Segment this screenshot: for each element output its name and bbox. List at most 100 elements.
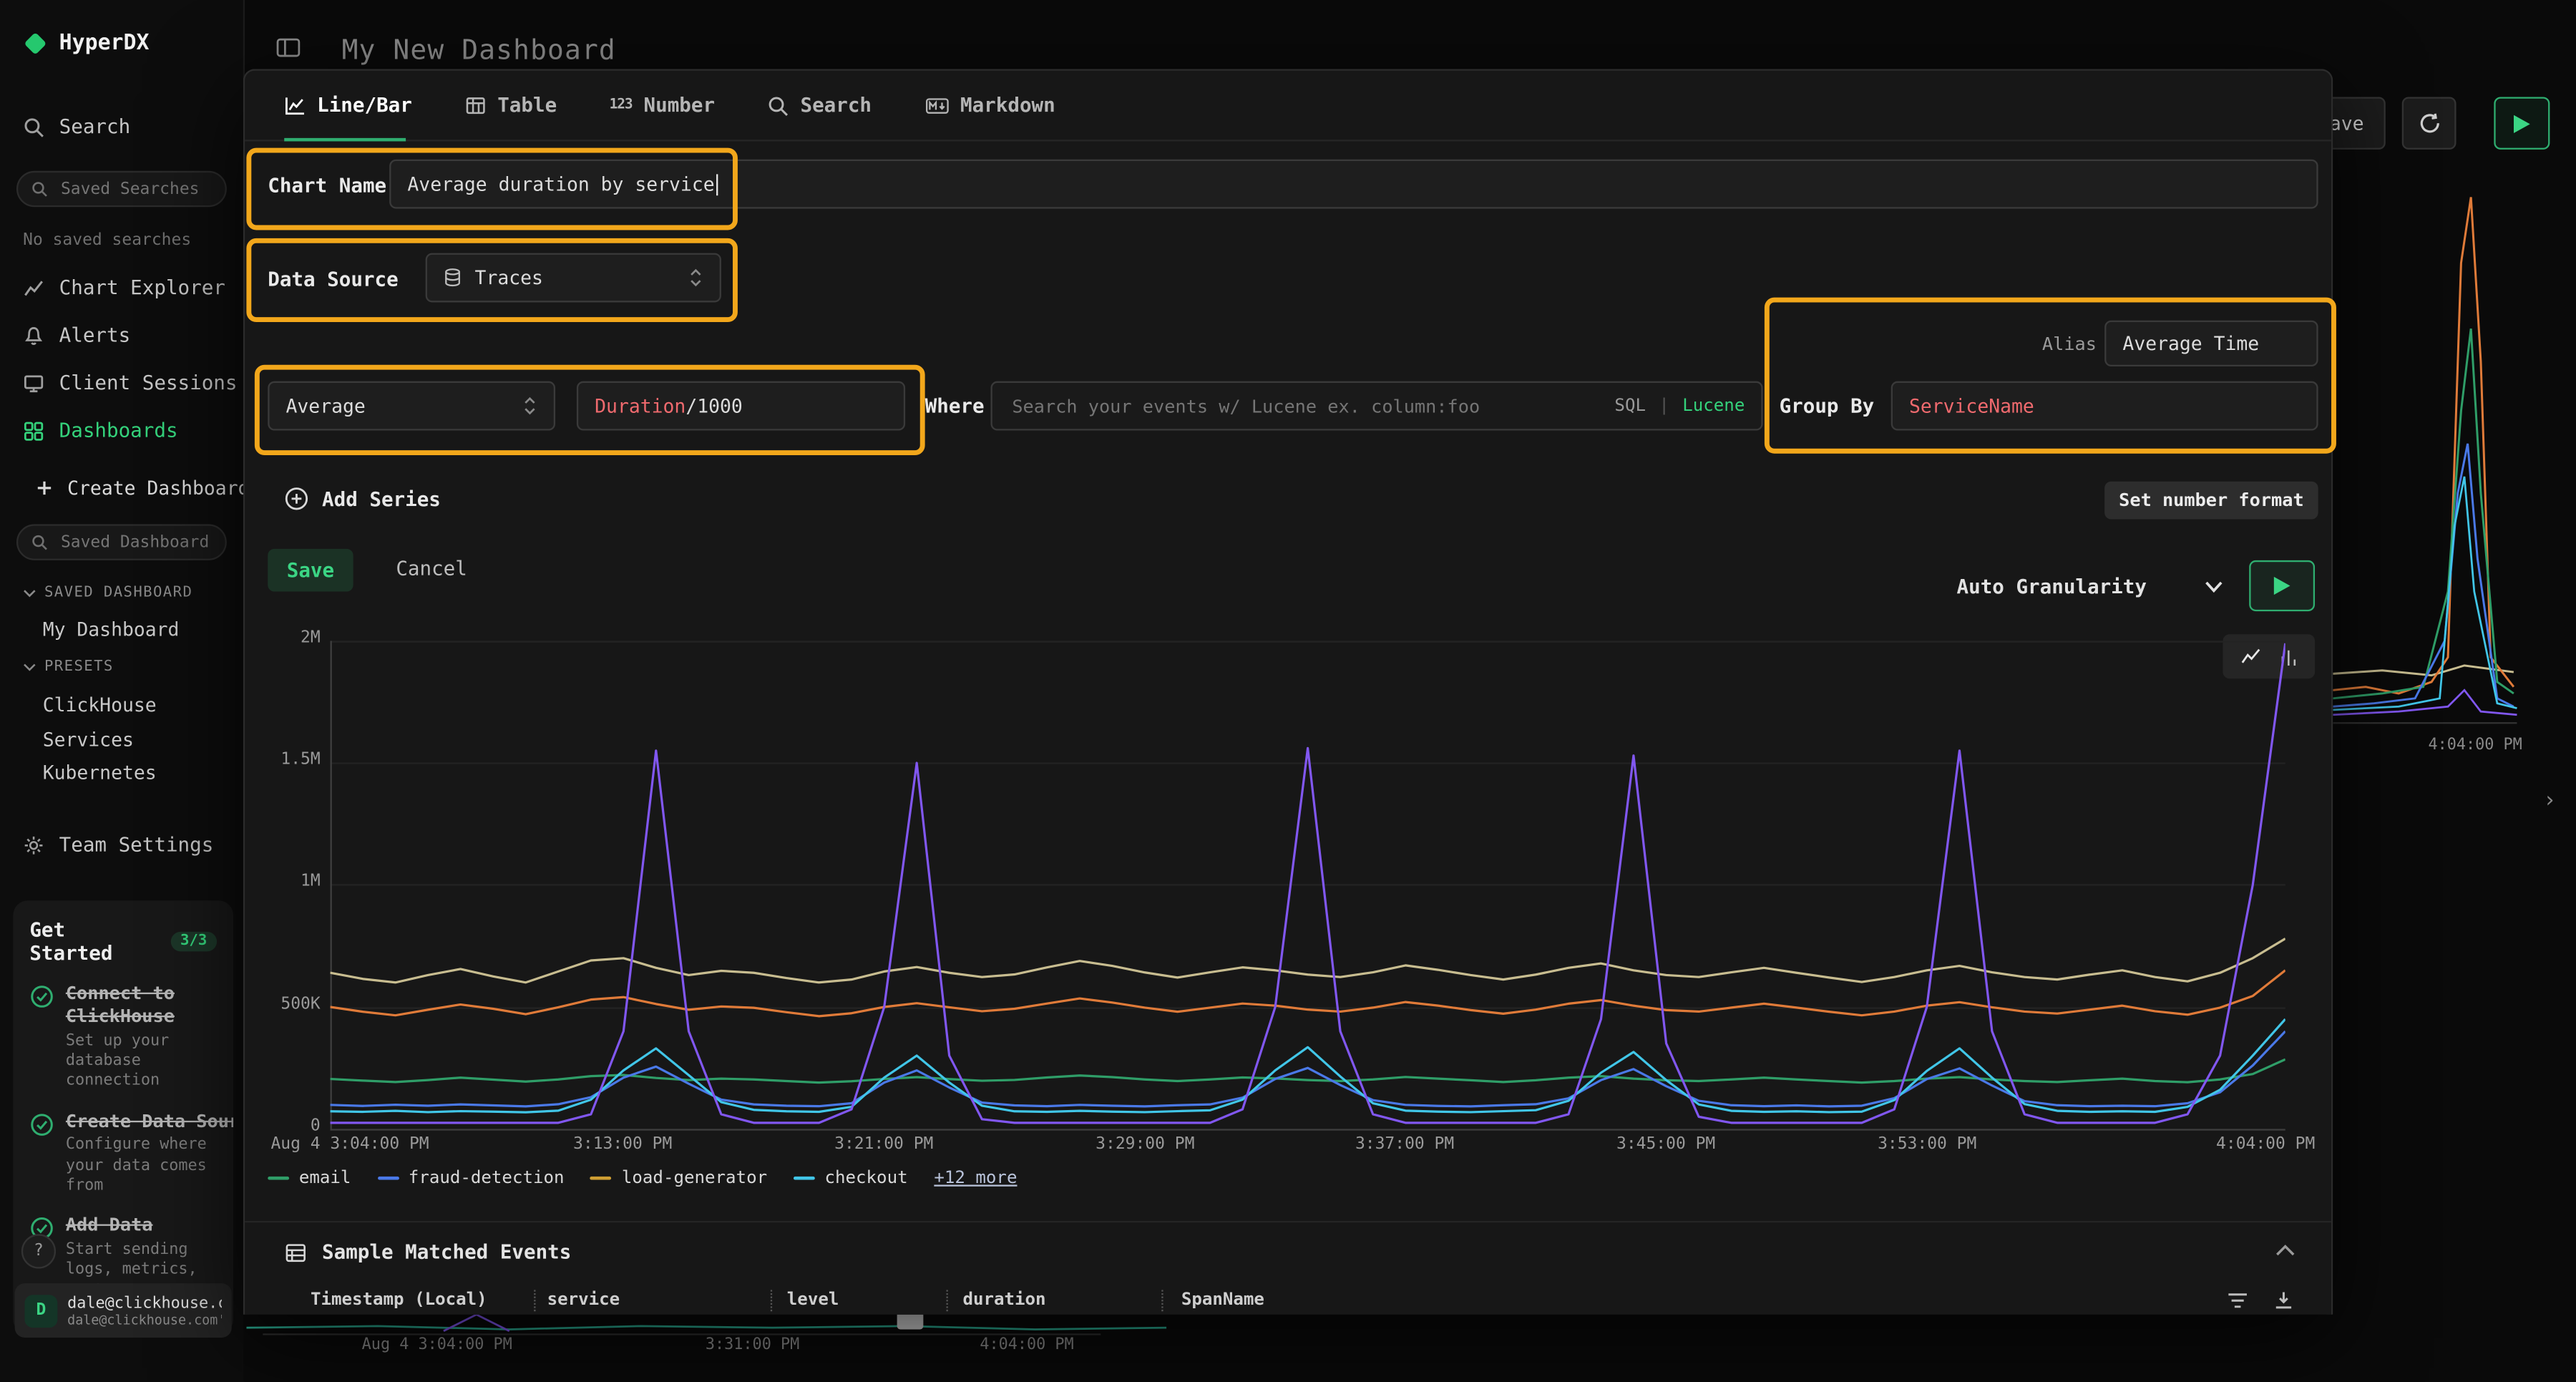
tab-table[interactable]: Table — [464, 94, 557, 117]
sidebar-item-client-sessions[interactable]: Client Sessions — [23, 371, 237, 394]
sidebar-item-alerts[interactable]: Alerts — [23, 323, 130, 346]
legend-item[interactable]: email — [268, 1168, 351, 1188]
column-header-level[interactable]: level — [787, 1290, 839, 1310]
background-x-tick: Aug 4 3:04:00 PM — [362, 1336, 512, 1354]
legend-item[interactable]: load-generator — [590, 1168, 767, 1188]
number-123-icon: 123 — [610, 97, 633, 113]
sidebar-item-chart-explorer[interactable]: Chart Explorer — [23, 276, 225, 299]
legend-item[interactable]: fraud-detection — [377, 1168, 564, 1188]
column-separator[interactable] — [534, 1290, 535, 1311]
get-started-item[interactable]: Create Data Sour Configure where your da… — [29, 1110, 217, 1197]
add-series-button[interactable]: Add Series — [284, 487, 441, 511]
where-search-input[interactable] — [1009, 394, 1601, 418]
data-source-select[interactable]: Traces — [426, 253, 721, 303]
aggregation-value: Average — [286, 394, 366, 417]
sample-events-header[interactable]: Sample Matched Events — [284, 1240, 571, 1263]
divider — [245, 1221, 2331, 1222]
sidebar-item-dashboards[interactable]: Dashboards — [23, 419, 177, 442]
set-number-format-button[interactable]: Set number format — [2104, 482, 2318, 520]
sidebar-item-clickhouse[interactable]: ClickHouse — [43, 694, 157, 716]
get-started-title: Get Started — [29, 918, 159, 964]
sidebar-item-search[interactable]: Search — [23, 115, 130, 138]
sidebar-item-kubernetes[interactable]: Kubernetes — [43, 761, 157, 784]
field-expression-suffix: /1000 — [686, 394, 742, 417]
search-icon — [768, 94, 789, 116]
user-menu[interactable]: D dale@clickhouse.c dale@clickhouse.com'… — [15, 1283, 232, 1338]
line-chart-icon — [284, 94, 306, 116]
tab-line-bar[interactable]: Line/Bar — [284, 94, 412, 117]
search-icon — [31, 534, 48, 550]
background-x-tick: 4:04:00 PM — [2428, 736, 2522, 754]
column-header-duration[interactable]: duration — [962, 1290, 1045, 1310]
sidebar-item-label: Dashboards — [59, 419, 178, 442]
play-icon — [2514, 115, 2530, 132]
get-started-item[interactable]: Connect to ClickHouse Set up your databa… — [29, 983, 217, 1092]
chart-name-input[interactable]: Average duration by service — [389, 160, 2318, 209]
saved-dashboards-search[interactable] — [16, 524, 227, 560]
chart-name-label: Chart Name — [268, 174, 386, 197]
saved-searches-search[interactable] — [16, 171, 227, 208]
x-tick-label: 3:45:00 PM — [1616, 1136, 1715, 1154]
language-lucene-toggle[interactable]: Lucene — [1682, 396, 1745, 416]
column-separator[interactable] — [771, 1290, 772, 1311]
legend-item[interactable]: checkout — [794, 1168, 908, 1188]
aggregation-select[interactable]: Average — [268, 381, 555, 431]
tab-search[interactable]: Search — [768, 94, 872, 117]
granularity-select[interactable]: Auto Granularity — [1957, 564, 2223, 610]
save-button[interactable]: Save — [268, 549, 353, 592]
column-header-service[interactable]: service — [547, 1290, 620, 1310]
sidebar-collapse-button[interactable] — [276, 37, 301, 59]
download-icon[interactable] — [2272, 1290, 2295, 1311]
legend-more-link[interactable]: +12 more — [934, 1168, 1017, 1188]
check-circle-icon — [29, 1111, 54, 1136]
chart-plot[interactable] — [330, 641, 2285, 1129]
sidebar-item-services[interactable]: Services — [43, 728, 134, 751]
cancel-button[interactable]: Cancel — [396, 557, 467, 580]
column-separator[interactable] — [946, 1290, 947, 1311]
run-query-button[interactable] — [2249, 560, 2315, 611]
alias-input[interactable]: Average Time — [2104, 321, 2318, 366]
tab-markdown[interactable]: Markdown — [924, 94, 1055, 117]
grid-icon — [23, 420, 44, 442]
tab-number[interactable]: 123 Number — [610, 94, 715, 117]
chevrons-up-down-icon — [522, 396, 537, 416]
column-header-timestamp[interactable]: Timestamp (Local) — [311, 1290, 487, 1310]
page-title: My New Dashboard — [342, 34, 616, 66]
saved-searches-input[interactable] — [57, 178, 212, 200]
column-separator[interactable] — [1161, 1290, 1163, 1311]
field-expression-input[interactable]: Duration/1000 — [577, 381, 905, 431]
language-sql-toggle[interactable]: SQL — [1614, 396, 1646, 416]
presets-section-header[interactable]: PRESETS — [23, 659, 114, 676]
y-tick-label: 500K — [255, 996, 321, 1013]
chart-series-orange — [330, 970, 2285, 1016]
sidebar-item-my-dashboard[interactable]: My Dashboard — [43, 618, 180, 641]
background-chart — [2333, 165, 2571, 740]
collapse-chevron-up-icon[interactable] — [2275, 1244, 2296, 1257]
dashboard-run-button[interactable] — [2494, 97, 2550, 149]
chevron-down-icon — [23, 588, 36, 598]
refresh-button[interactable] — [2402, 97, 2457, 149]
column-header-spanname[interactable]: SpanName — [1181, 1290, 1264, 1310]
y-tick-label: 1M — [255, 872, 321, 890]
filter-icon[interactable] — [2226, 1290, 2249, 1311]
group-by-input[interactable]: ServiceName — [1891, 381, 2318, 431]
monitor-icon — [23, 372, 44, 394]
where-search-box[interactable]: SQL | Lucene — [990, 381, 1762, 431]
legend-label: load-generator — [622, 1168, 767, 1188]
create-dashboard-label: Create Dashboard — [67, 477, 249, 500]
x-tick-label: 3:13:00 PM — [573, 1136, 672, 1154]
search-icon — [31, 181, 48, 198]
help-button[interactable]: ? — [21, 1234, 56, 1268]
brand[interactable]: HyperDX — [23, 31, 149, 56]
saved-dashboards-input[interactable] — [57, 532, 212, 553]
create-dashboard-button[interactable]: Create Dashboard — [36, 477, 250, 500]
sidebar-item-team-settings[interactable]: Team Settings — [23, 833, 213, 856]
saved-dashboards-section-header[interactable]: SAVED DASHBOARD — [23, 585, 192, 601]
get-started-item-title: Connect to ClickHouse — [66, 983, 217, 1028]
scroll-right-arrow[interactable]: › — [2543, 789, 2556, 813]
legend-label: fraud-detection — [409, 1168, 565, 1188]
sidebar: HyperDX Search No saved searches Chart E… — [0, 0, 245, 1382]
chart-series-purple — [330, 643, 2285, 1123]
text-cursor — [716, 173, 718, 195]
search-icon — [23, 116, 44, 137]
